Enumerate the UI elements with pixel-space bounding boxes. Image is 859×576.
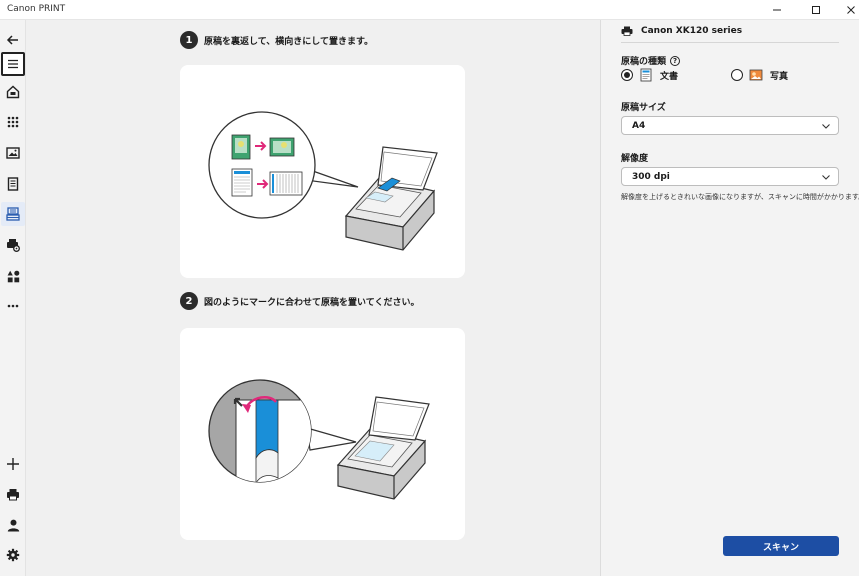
photo-type-icon	[749, 69, 763, 81]
step-1-illustration-card	[180, 65, 465, 278]
minimize-icon	[773, 9, 781, 11]
step-2-illustration-card	[180, 328, 465, 540]
radio-unselected-indicator	[731, 69, 743, 81]
close-button[interactable]	[834, 0, 859, 20]
doc-type-document-label: 文書	[660, 71, 679, 82]
size-select-value: A4	[632, 120, 646, 131]
sidebar-item-printer-settings[interactable]	[1, 233, 25, 257]
minimize-button[interactable]	[760, 0, 794, 20]
printer-icon	[7, 488, 19, 500]
chevron-down-icon	[822, 175, 830, 180]
step-2-number: 2	[180, 292, 198, 310]
doc-type-label: 原稿の種類 ?	[621, 54, 681, 67]
back-button[interactable]	[1, 28, 25, 52]
add-icon	[7, 458, 19, 470]
add-button[interactable]	[1, 452, 25, 476]
place-document-illustration	[208, 111, 438, 251]
printer-settings-icon	[7, 239, 20, 252]
sidebar-item-settings[interactable]	[1, 543, 25, 567]
sidebar	[0, 20, 26, 576]
more-icon	[7, 304, 19, 308]
doc-type-label-text: 原稿の種類	[621, 57, 667, 67]
apps-grid-icon	[7, 116, 19, 128]
hamburger-menu-icon	[8, 59, 18, 69]
resolution-select[interactable]: 300 dpi	[621, 167, 839, 186]
doc-type-photo-radio[interactable]: 写真	[731, 68, 788, 82]
document-type-icon	[640, 68, 652, 82]
person-icon	[7, 519, 19, 531]
sidebar-item-printer[interactable]	[1, 482, 25, 506]
close-icon	[847, 6, 855, 14]
resolution-note: 解像度を上げるときれいな画像になりますが、スキャンに時間がかかります。	[621, 193, 859, 201]
sidebar-item-document-print[interactable]	[1, 172, 25, 196]
chevron-down-icon	[822, 124, 830, 129]
step-2: 2 図のようにマークに合わせて原稿を置いてください。	[180, 292, 419, 310]
step-2-text: 図のようにマークに合わせて原稿を置いてください。	[204, 297, 420, 308]
scanner-icon	[6, 207, 20, 221]
scan-settings-panel: Canon XK120 series 原稿の種類 ? 文書 写真 原稿サイズ A…	[600, 20, 859, 576]
main-content: 1 原稿を裏返して、横向きにして置きます。 2 図のようにマークに合わせて原稿を…	[26, 20, 600, 576]
resolution-select-value: 300 dpi	[632, 171, 670, 182]
step-1: 1 原稿を裏返して、横向きにして置きます。	[180, 31, 373, 49]
maximize-button[interactable]	[799, 0, 833, 20]
size-label: 原稿サイズ	[621, 103, 666, 113]
doc-type-photo-label: 写真	[770, 71, 789, 82]
device-name: Canon XK120 series	[641, 26, 743, 36]
photo-icon	[6, 147, 20, 159]
title-bar: Canon PRINT	[0, 0, 859, 20]
document-icon	[7, 177, 19, 191]
printer-icon	[621, 26, 633, 36]
doc-type-document-radio[interactable]: 文書	[621, 68, 678, 82]
shapes-icon	[7, 270, 19, 282]
step-1-text: 原稿を裏返して、横向きにして置きます。	[204, 36, 374, 47]
sidebar-item-home[interactable]	[1, 80, 25, 104]
size-select[interactable]: A4	[621, 116, 839, 135]
gear-icon	[6, 548, 20, 562]
device-row[interactable]: Canon XK120 series	[621, 26, 742, 36]
resolution-label: 解像度	[621, 154, 649, 164]
align-document-illustration	[208, 379, 430, 500]
maximize-icon	[812, 6, 820, 14]
menu-button[interactable]	[1, 52, 25, 76]
sidebar-item-apps-list[interactable]	[1, 264, 25, 288]
radio-selected-indicator	[621, 69, 633, 81]
scan-button[interactable]: スキャン	[723, 536, 839, 556]
home-icon	[6, 85, 20, 99]
help-icon[interactable]: ?	[670, 55, 681, 66]
sidebar-item-scan[interactable]	[1, 202, 25, 226]
back-arrow-icon	[6, 35, 18, 45]
sidebar-item-apps[interactable]	[1, 110, 25, 134]
sidebar-item-account[interactable]	[1, 513, 25, 537]
sidebar-item-photo-print[interactable]	[1, 141, 25, 165]
sidebar-item-more[interactable]	[1, 294, 25, 318]
step-1-number: 1	[180, 31, 198, 49]
window-title: Canon PRINT	[7, 4, 66, 14]
divider	[621, 42, 839, 43]
